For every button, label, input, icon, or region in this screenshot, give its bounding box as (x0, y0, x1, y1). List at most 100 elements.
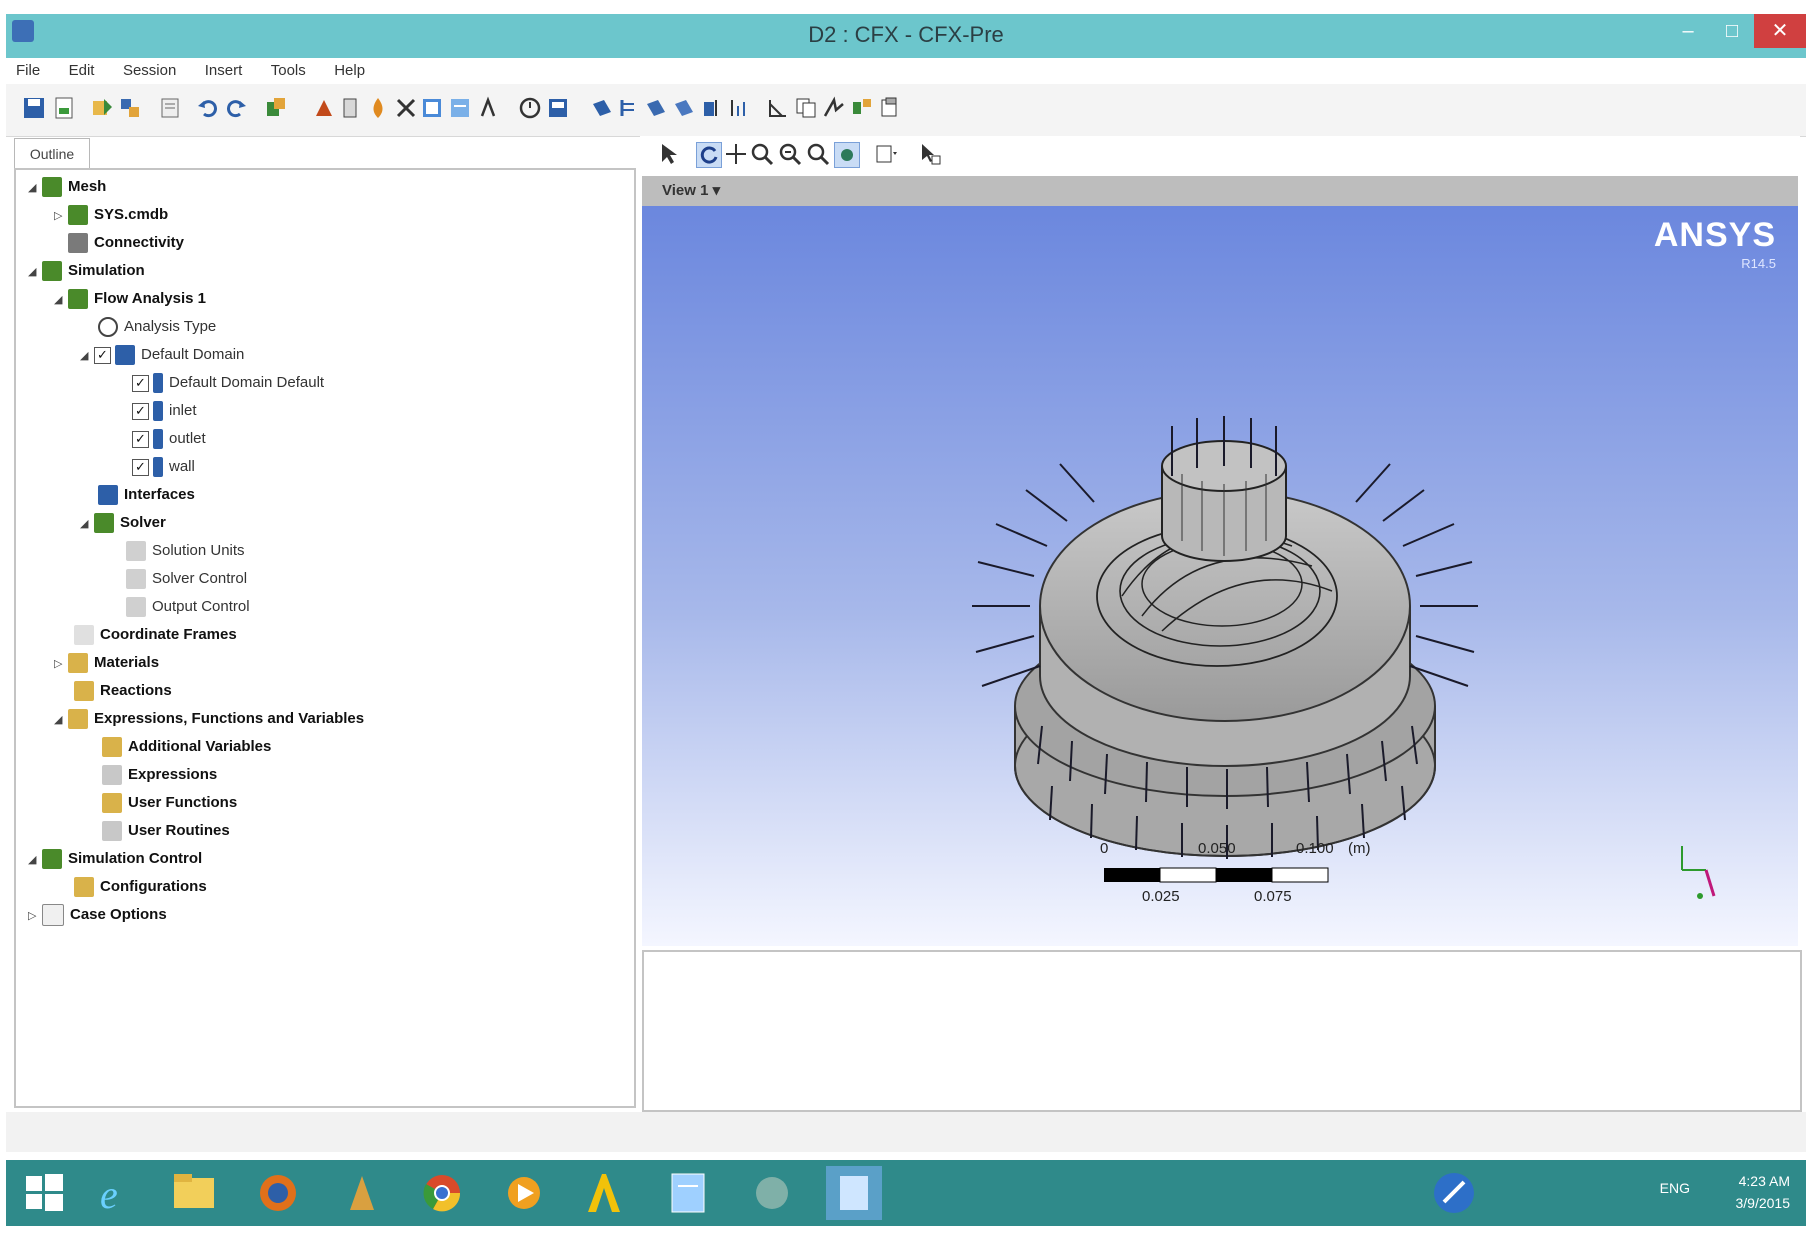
solver-control-icon[interactable] (518, 96, 542, 120)
expanded-arrow-icon[interactable]: ◢ (54, 287, 68, 313)
viewport-layout-icon[interactable] (874, 142, 898, 166)
tree-item-solution-units[interactable]: Solution Units (126, 538, 245, 564)
tree-item-output-control[interactable]: Output Control (126, 594, 250, 620)
maximize-button[interactable]: □ (1710, 14, 1754, 48)
tree-item-configurations[interactable]: Configurations (74, 874, 207, 900)
message-panel[interactable] (642, 950, 1802, 1112)
tree-item-sys-cmdb[interactable]: ▷ SYS.cmdb (54, 202, 168, 228)
cfx-app-icon[interactable] (744, 1166, 800, 1220)
isosurface-icon[interactable] (700, 96, 724, 120)
tree-item-inlet[interactable]: ✓ inlet (132, 398, 197, 424)
collapsed-arrow-icon[interactable]: ▷ (28, 903, 42, 929)
copy-icon[interactable] (794, 96, 818, 120)
mesh-tools-icon[interactable] (118, 96, 142, 120)
tree-item-user-routines[interactable]: User Routines (102, 818, 230, 844)
minimize-button[interactable]: – (1666, 14, 1710, 48)
pan-icon[interactable] (724, 142, 748, 166)
tree-item-mesh[interactable]: ◢ Mesh (28, 174, 106, 200)
expanded-arrow-icon[interactable]: ◢ (80, 511, 94, 537)
system-clock[interactable]: 4:23 AM 3/9/2015 (1736, 1170, 1791, 1214)
tree-item-simulation-control[interactable]: ◢ Simulation Control (28, 846, 202, 872)
tree-item-case-options[interactable]: ▷ Case Options (28, 902, 167, 928)
ansys-workbench-icon[interactable] (576, 1166, 632, 1220)
fit-view-icon[interactable] (806, 142, 830, 166)
checkbox[interactable]: ✓ (132, 430, 149, 448)
domain-icon[interactable] (264, 96, 288, 120)
select-icon[interactable] (658, 142, 682, 166)
expanded-arrow-icon[interactable]: ◢ (28, 847, 42, 873)
save-as-icon[interactable] (52, 96, 76, 120)
menu-edit[interactable]: Edit (69, 58, 95, 84)
tree-item-expressions[interactable]: Expressions (102, 762, 217, 788)
checkbox[interactable]: ✓ (94, 346, 111, 364)
tree-item-solver[interactable]: ◢ Solver (80, 510, 166, 536)
tree-item-additional-variables[interactable]: Additional Variables (102, 734, 271, 760)
redo-icon[interactable] (224, 96, 248, 120)
tree-item-wall[interactable]: ✓ wall (132, 454, 195, 480)
language-indicator[interactable]: ENG (1660, 1180, 1690, 1196)
tree-item-default-domain[interactable]: ◢ ✓ Default Domain (80, 342, 244, 368)
report-icon[interactable] (158, 96, 182, 120)
tree-item-default-domain-default[interactable]: ✓ Default Domain Default (132, 370, 324, 396)
tree-item-solver-control[interactable]: Solver Control (126, 566, 247, 592)
rotate-icon[interactable] (696, 142, 722, 168)
windows-start-icon[interactable] (16, 1166, 72, 1220)
tree-item-coordinate-frames[interactable]: Coordinate Frames (74, 622, 237, 648)
highlight-icon[interactable] (834, 142, 860, 168)
paint-app-icon[interactable] (334, 1166, 390, 1220)
material-icon[interactable] (448, 96, 472, 120)
zoom-box-icon[interactable] (778, 142, 802, 166)
close-button[interactable]: ✕ (1754, 14, 1806, 48)
select-cursor-icon[interactable] (918, 142, 942, 166)
network-tool-icon[interactable] (1426, 1166, 1482, 1220)
view-selector[interactable]: View 1 ▾ (662, 176, 720, 206)
tree-item-materials[interactable]: ▷ Materials (54, 650, 159, 676)
cfx-pre-icon[interactable] (826, 1166, 882, 1220)
menu-insert[interactable]: Insert (205, 58, 243, 84)
file-explorer-icon[interactable] (166, 1166, 222, 1220)
tree-item-flow-analysis[interactable]: ◢ Flow Analysis 1 (54, 286, 206, 312)
3d-viewport[interactable]: ANSYS R14.5 0 0.050 0.100 (m) 0.025 0.07… (642, 206, 1798, 946)
tree-item-reactions[interactable]: Reactions (74, 678, 172, 704)
boundary-icon[interactable] (312, 96, 336, 120)
analysis-type-icon[interactable] (420, 96, 444, 120)
tree-item-simulation[interactable]: ◢ Simulation (28, 258, 145, 284)
streamline-icon[interactable] (672, 96, 696, 120)
subdomain-icon[interactable] (338, 96, 362, 120)
checkbox[interactable]: ✓ (132, 374, 149, 392)
clipboard-icon[interactable] (878, 96, 902, 120)
vector-icon[interactable] (616, 96, 640, 120)
tree-item-analysis-type[interactable]: Analysis Type (98, 314, 216, 340)
undo-icon[interactable] (196, 96, 220, 120)
expanded-arrow-icon[interactable]: ◢ (54, 707, 68, 733)
media-player-icon[interactable] (496, 1166, 552, 1220)
chrome-icon[interactable] (414, 1166, 470, 1220)
chart-icon[interactable] (726, 96, 750, 120)
import-mesh-icon[interactable] (90, 96, 114, 120)
tree-item-connectivity[interactable]: Connectivity (54, 230, 184, 256)
menu-tools[interactable]: Tools (271, 58, 306, 84)
tree-item-user-functions[interactable]: User Functions (102, 790, 237, 816)
outline-tab[interactable]: Outline (14, 138, 90, 169)
run-definition-icon[interactable] (822, 96, 846, 120)
collapsed-arrow-icon[interactable]: ▷ (54, 203, 68, 229)
contour-icon[interactable] (644, 96, 668, 120)
internet-explorer-icon[interactable]: e (86, 1166, 142, 1220)
expanded-arrow-icon[interactable]: ◢ (28, 259, 42, 285)
menu-help[interactable]: Help (334, 58, 365, 84)
firefox-icon[interactable] (250, 1166, 306, 1220)
units-icon[interactable] (766, 96, 790, 120)
expanded-arrow-icon[interactable]: ◢ (28, 175, 42, 201)
zoom-icon[interactable] (750, 142, 774, 166)
collapsed-arrow-icon[interactable]: ▷ (54, 651, 68, 677)
tree-item-interfaces[interactable]: Interfaces (98, 482, 195, 508)
notepad-icon[interactable] (660, 1166, 716, 1220)
model-graphic[interactable] (642, 206, 1798, 946)
source-point-icon[interactable] (366, 96, 390, 120)
launch-solver-icon[interactable] (850, 96, 874, 120)
save-icon[interactable] (22, 96, 46, 120)
expression-icon[interactable] (476, 96, 500, 120)
tree-item-outlet[interactable]: ✓ outlet (132, 426, 206, 452)
output-control-icon[interactable] (546, 96, 570, 120)
expanded-arrow-icon[interactable]: ◢ (80, 343, 94, 369)
